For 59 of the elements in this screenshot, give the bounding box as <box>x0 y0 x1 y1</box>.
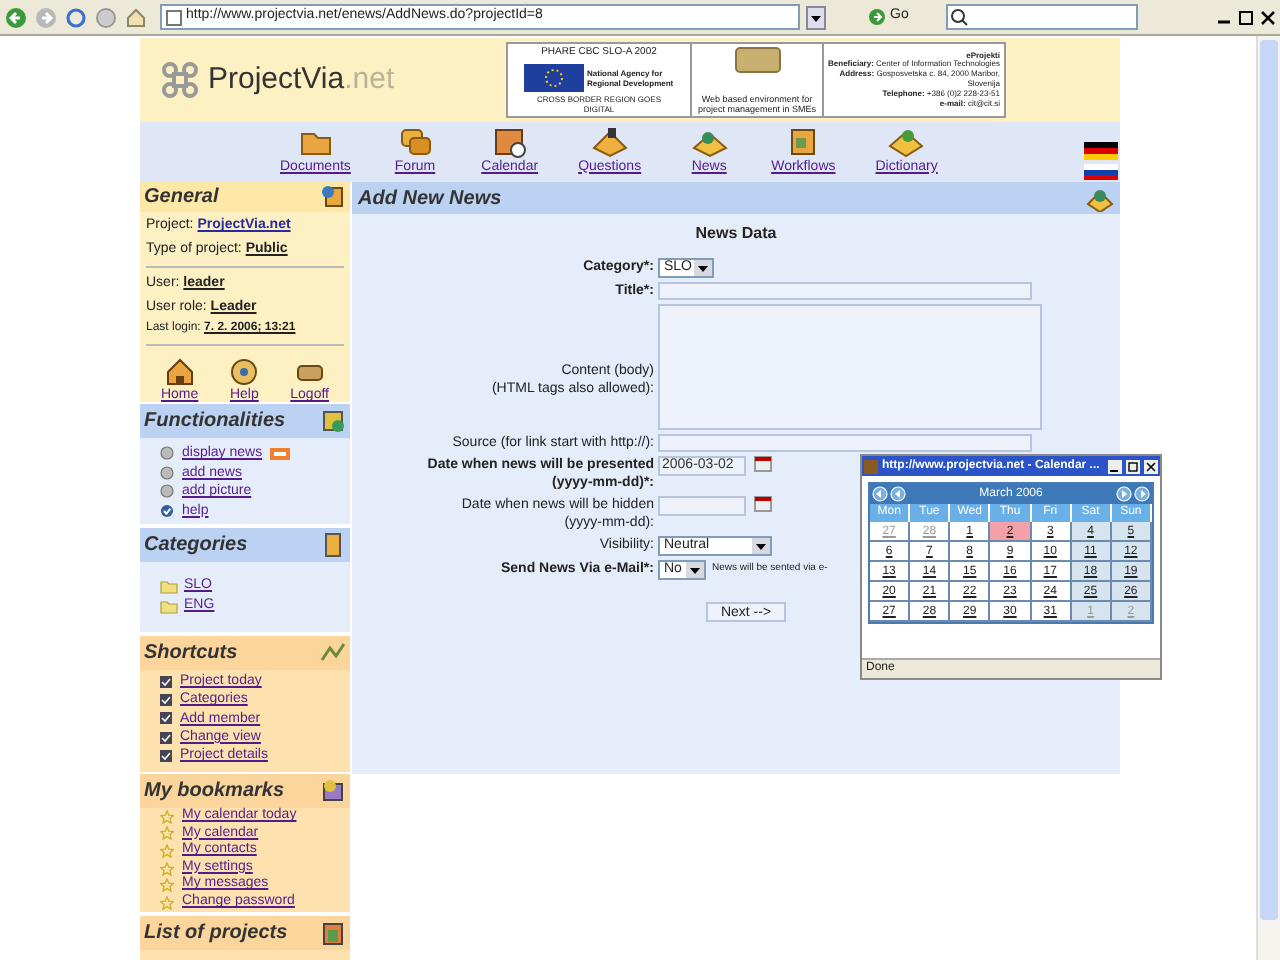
forum-icon <box>397 123 434 157</box>
next-year-icon[interactable] <box>1134 486 1150 502</box>
checkbox-icon <box>160 675 172 688</box>
calendar-icon[interactable] <box>754 496 772 512</box>
back-icon[interactable] <box>4 5 28 29</box>
section-header: List of projects <box>140 916 350 950</box>
news-icon <box>1086 185 1114 211</box>
input-field[interactable] <box>658 282 1032 300</box>
section-title: News Data <box>693 222 779 246</box>
dropdown-icon[interactable] <box>806 5 826 29</box>
go-icon <box>868 8 886 26</box>
slovenian-flag-icon[interactable] <box>1084 164 1118 180</box>
search-field[interactable] <box>946 4 1139 30</box>
checkbox-icon <box>160 731 172 744</box>
calendar-icon <box>491 123 528 157</box>
checkbox-icon <box>160 693 172 706</box>
section-icon <box>320 920 346 946</box>
section-header: Functionalities <box>140 404 350 438</box>
dropdown-icon <box>686 562 704 578</box>
search-icon <box>950 8 969 26</box>
restore-icon[interactable] <box>1238 9 1254 25</box>
page-icon <box>864 459 878 473</box>
german-flag-icon[interactable] <box>1084 142 1118 160</box>
section-header: General <box>140 182 350 212</box>
minimize-icon[interactable] <box>1108 459 1122 473</box>
scrollbar-thumb[interactable] <box>1260 40 1278 920</box>
section-header: My bookmarks <box>140 774 350 808</box>
close-icon[interactable] <box>1260 9 1276 25</box>
page-icon <box>166 9 182 25</box>
section-icon <box>320 640 346 666</box>
logo-text: ProjectVia.net <box>208 59 395 100</box>
section-icon <box>320 184 346 210</box>
logo-icon <box>160 60 200 100</box>
previous-year-icon[interactable] <box>872 486 888 502</box>
previous-month-icon[interactable] <box>890 486 906 502</box>
home-icon[interactable] <box>124 5 148 29</box>
eu-flag-icon <box>523 63 583 92</box>
section-header: Shortcuts <box>140 636 350 670</box>
dropdown-icon <box>694 260 712 276</box>
close-icon[interactable] <box>1144 459 1158 473</box>
project-logo-icon <box>733 46 781 74</box>
dropdown-icon <box>752 538 770 554</box>
input-field[interactable] <box>658 304 1042 430</box>
questions-icon <box>591 123 628 157</box>
input-field[interactable] <box>658 434 1032 452</box>
section-icon <box>320 408 346 434</box>
help-icon <box>228 356 261 386</box>
maximize-icon[interactable] <box>1126 459 1140 473</box>
calendar-icon[interactable] <box>754 456 772 472</box>
checkbox-icon <box>160 712 172 725</box>
home-icon <box>163 356 196 386</box>
section-icon <box>320 778 346 804</box>
section-header: Categories <box>140 528 350 562</box>
next-month-icon[interactable] <box>1116 486 1132 502</box>
input-field[interactable] <box>658 496 746 516</box>
section-icon <box>320 532 346 558</box>
section-header: Add New News <box>352 182 1120 214</box>
refresh-icon[interactable] <box>64 5 88 29</box>
checkbox-icon <box>160 749 172 762</box>
